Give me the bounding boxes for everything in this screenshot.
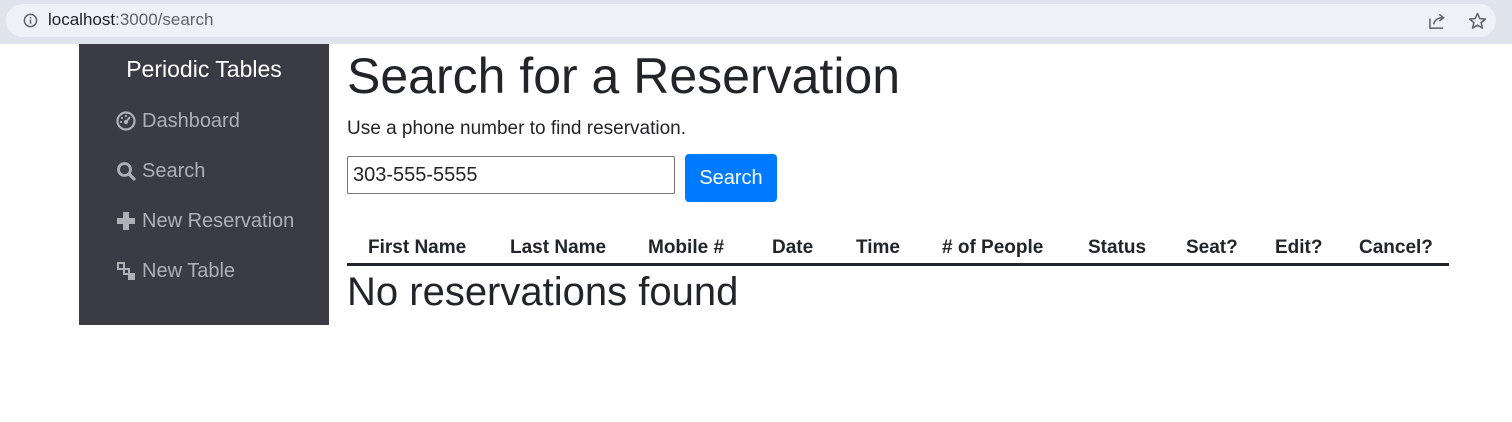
column-header-first-name: First Name	[368, 237, 467, 258]
sidebar-item-label: New Table	[142, 259, 236, 282]
url-path: :3000/search	[115, 10, 214, 29]
column-header-edit: Edit?	[1275, 237, 1323, 258]
reservations-table-header: First Name Last Name Mobile # Date Time …	[347, 236, 1449, 266]
search-icon	[117, 162, 136, 181]
plus-icon	[117, 212, 135, 230]
table-icon	[117, 262, 135, 280]
phone-search-input[interactable]	[347, 156, 675, 194]
page-title: Search for a Reservation	[347, 48, 901, 104]
sidebar-item-new-reservation[interactable]: New Reservation	[116, 206, 294, 236]
url-host: localhost	[48, 10, 116, 29]
column-header-people: # of People	[942, 237, 1044, 258]
sidebar-item-label: New Reservation	[142, 209, 295, 232]
sidebar-item-dashboard[interactable]: Dashboard	[116, 106, 240, 136]
dashboard-icon	[116, 111, 136, 131]
browser-toolbar: localhost:3000/search	[0, 0, 1512, 44]
sidebar-item-label: Dashboard	[142, 109, 240, 132]
column-header-mobile: Mobile #	[648, 237, 725, 258]
column-header-last-name: Last Name	[510, 237, 607, 258]
share-icon[interactable]	[1428, 13, 1447, 30]
info-icon[interactable]	[23, 13, 38, 28]
sidebar-item-label: Search	[142, 159, 206, 182]
url-text[interactable]: localhost:3000/search	[48, 10, 213, 30]
star-icon[interactable]	[1468, 12, 1487, 30]
column-header-status: Status	[1088, 237, 1147, 258]
empty-results-message: No reservations found	[347, 270, 739, 314]
sidebar-item-new-table[interactable]: New Table	[116, 256, 235, 286]
search-button[interactable]: Search	[685, 154, 777, 202]
sidebar: Periodic Tables Dashboard Search New Res…	[79, 44, 329, 325]
column-header-seat: Seat?	[1186, 237, 1238, 258]
column-header-time: Time	[856, 237, 901, 258]
column-header-cancel: Cancel?	[1359, 237, 1433, 258]
page-description: Use a phone number to find reservation.	[347, 118, 687, 139]
address-bar[interactable]: localhost:3000/search	[6, 4, 1496, 37]
sidebar-item-search[interactable]: Search	[116, 156, 205, 186]
column-header-date: Date	[772, 237, 814, 258]
brand-title[interactable]: Periodic Tables	[79, 56, 329, 83]
